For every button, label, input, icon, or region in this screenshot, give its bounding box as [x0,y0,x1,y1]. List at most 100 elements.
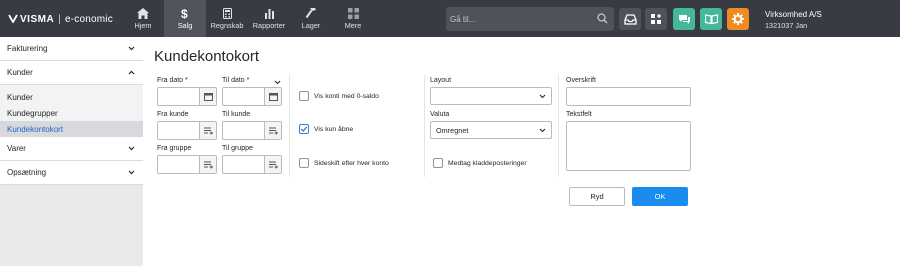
search-icon[interactable] [597,13,608,24]
valuta-value: Omregnet [436,125,469,135]
medtag-kladde-label: Medtag kladdeposteringer [448,160,527,167]
fra-dato-field[interactable] [157,87,217,106]
sidebar: Fakturering Kunder Kunder Kundegrupper K… [0,37,143,266]
vis-kun-abne-label: Vis kun åbne [314,126,354,133]
layout-select[interactable] [430,87,552,105]
lookup-button[interactable] [264,156,281,173]
til-kunde-field[interactable] [222,121,282,140]
sidebar-group-label: Fakturering [7,44,48,53]
lookup-button[interactable] [199,156,216,173]
sidebar-submenu-kunder: Kunder Kundegrupper Kundekontokort [0,85,143,137]
nav-rapporter-label: Rapporter [252,20,286,30]
sidebar-group-label: Opsætning [7,168,47,177]
nav-lager-label: Lager [301,21,321,30]
vis-konti-label: Vis konti med 0-saldo [314,93,379,100]
home-icon [137,7,149,19]
tekstfelt-label: Tekstfelt [566,111,592,118]
clear-button[interactable]: Ryd [569,187,625,206]
tekstfelt-textarea[interactable] [566,121,691,171]
help-book-button[interactable] [700,8,722,30]
apps-icon [650,13,661,24]
grid-icon [347,7,359,19]
sidebar-item-kundekontokort[interactable]: Kundekontokort [0,121,143,137]
main-nav: Hjem $ Salg Regnskab Rapporter Lager Mer… [122,0,374,37]
sidebar-group-label: Varer [7,144,26,153]
bar-chart-icon [264,8,274,19]
logo-separator: | [58,13,61,25]
chevron-down-icon [539,128,546,133]
nav-hjem[interactable]: Hjem [122,0,164,37]
sidebar-group-varer[interactable]: Varer [0,137,143,161]
visma-logo-icon [8,13,18,26]
calendar-icon [203,92,213,101]
fra-kunde-field[interactable] [157,121,217,140]
chevron-down-icon [128,46,135,51]
search-input[interactable] [450,11,590,27]
nav-regnskab-label: Regnskab [210,20,244,30]
til-dato-label: Til dato * [222,77,250,84]
app-logo[interactable]: VISMA | e-conomic [8,12,113,26]
sidebar-item-kundegrupper[interactable]: Kundegrupper [0,105,143,121]
nav-mere-label: Mere [344,20,362,30]
nav-rapporter[interactable]: Rapporter [248,0,290,37]
nav-mere[interactable]: Mere [332,0,374,37]
hammer-icon [305,8,316,19]
checkmark-icon [300,126,308,132]
company-name: Virksomhed A/S [765,10,822,19]
lookup-button[interactable] [199,122,216,139]
sidebar-group-label: Kunder [7,68,33,77]
lookup-button[interactable] [264,122,281,139]
dollar-icon: $ [181,7,188,19]
list-lookup-icon [203,127,213,134]
user-id: 1321037 Jan [765,21,808,30]
column-divider [289,75,290,177]
calendar-button[interactable] [199,88,216,105]
settings-button[interactable] [727,8,749,30]
main-content: Kundekontokort Fra dato * Til dato * Fra… [143,37,900,266]
valuta-label: Valuta [430,111,450,118]
calendar-button[interactable] [264,88,281,105]
fra-gruppe-field[interactable] [157,155,217,174]
sidebar-group-kunder[interactable]: Kunder [0,61,143,85]
svg-text:$: $ [181,7,188,19]
nav-salg[interactable]: $ Salg [164,0,206,37]
top-bar: VISMA | e-conomic Hjem $ Salg Regnskab R… [0,0,900,37]
inbox-icon [623,13,637,25]
gear-icon [732,13,744,25]
til-dato-field[interactable] [222,87,282,106]
nav-lager[interactable]: Lager [290,0,332,37]
chat-button[interactable] [673,8,695,30]
list-lookup-icon [268,161,278,168]
til-kunde-label: Til kunde [222,111,251,118]
book-icon [704,14,718,24]
column-divider [558,75,559,177]
chevron-up-icon [128,70,135,75]
apps-button[interactable] [645,8,667,30]
fra-dato-label: Fra dato * [157,77,188,84]
chevron-down-icon [539,94,546,99]
chevron-down-icon [128,146,135,151]
company-info[interactable]: Virksomhed A/S 1321037 Jan [765,9,822,31]
chat-icon [678,14,690,24]
nav-hjem-label: Hjem [134,20,152,30]
sidebar-item-kunder[interactable]: Kunder [0,89,143,105]
vis-konti-checkbox[interactable] [299,91,309,101]
inbox-button[interactable] [619,8,641,30]
fra-gruppe-label: Fra gruppe [157,145,192,152]
nav-regnskab[interactable]: Regnskab [206,0,248,37]
medtag-kladde-checkbox[interactable] [433,158,443,168]
til-gruppe-field[interactable] [222,155,282,174]
search-box [446,7,614,31]
list-lookup-icon [203,161,213,168]
brand-name: VISMA [20,13,55,25]
valuta-select[interactable]: Omregnet [430,121,552,139]
sideskift-checkbox[interactable] [299,158,309,168]
sideskift-label: Sideskift efter hver konto [314,160,389,167]
page-title: Kundekontokort [154,48,260,65]
ok-button[interactable]: OK [632,187,688,206]
chevron-down-icon[interactable] [274,80,281,85]
sidebar-group-opsaetning[interactable]: Opsætning [0,161,143,185]
sidebar-group-fakturering[interactable]: Fakturering [0,37,143,61]
vis-kun-abne-checkbox[interactable] [299,124,309,134]
overskrift-field[interactable] [566,87,691,106]
